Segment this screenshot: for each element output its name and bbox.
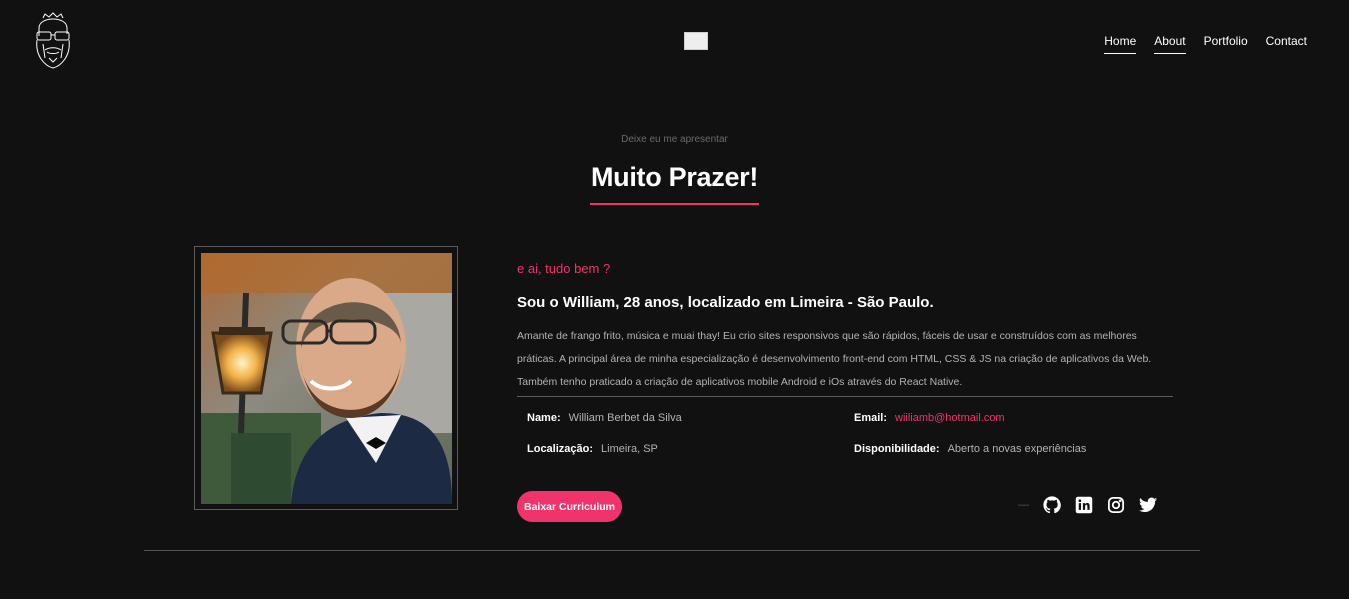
nav-contact[interactable]: Contact xyxy=(1266,34,1307,54)
download-cv-button[interactable]: Baixar Curriculum xyxy=(517,491,622,522)
social-dash: — xyxy=(1018,499,1029,511)
description-text: Amante de frango frito, música e muai th… xyxy=(517,330,1152,388)
nav-home[interactable]: Home xyxy=(1104,34,1137,54)
linkedin-icon[interactable] xyxy=(1075,496,1093,514)
personal-info: Name: William Berbet da Silva Email: wii… xyxy=(517,397,1173,467)
twitter-icon[interactable] xyxy=(1139,496,1157,514)
section-eyebrow: Deixe eu me apresentar xyxy=(621,134,728,145)
nav-portfolio[interactable]: Portfolio xyxy=(1204,34,1248,54)
theme-toggle-box[interactable] xyxy=(684,32,708,50)
profile-photo-frame xyxy=(194,246,458,510)
section-bottom-divider xyxy=(144,550,1200,551)
info-email-row: Email: wiiliamb@hotmail.com xyxy=(854,412,1005,424)
section-title: Muito Prazer! xyxy=(589,162,760,205)
info-availability-row: Disponibilidade: Aberto a novas experiên… xyxy=(854,443,1086,455)
info-email-link[interactable]: wiiliamb@hotmail.com xyxy=(895,412,1005,424)
info-location-value: Limeira, SP xyxy=(601,443,658,455)
nav-about[interactable]: About xyxy=(1154,34,1186,54)
info-email-label: Email: xyxy=(854,412,888,424)
info-name-label: Name: xyxy=(527,412,561,424)
headline-text: Sou o William, 28 anos, localizado em Li… xyxy=(517,294,934,311)
section-title-wrap: Muito Prazer! xyxy=(0,162,1349,205)
info-location-label: Localização: xyxy=(527,443,594,455)
info-name-value: William Berbet da Silva xyxy=(568,412,682,424)
about-content: e ai, tudo bem ? Sou o William, 28 anos,… xyxy=(517,258,1173,467)
bearded-face-logo-icon[interactable] xyxy=(31,8,75,70)
github-icon[interactable] xyxy=(1043,496,1061,514)
info-availability-value: Aberto a novas experiências xyxy=(947,443,1087,455)
instagram-icon[interactable] xyxy=(1107,496,1125,514)
profile-photo xyxy=(201,253,452,504)
info-availability-label: Disponibilidade: xyxy=(854,443,940,455)
social-links: — xyxy=(1018,496,1171,514)
info-location-row: Localização: Limeira, SP xyxy=(527,443,658,455)
info-name-row: Name: William Berbet da Silva xyxy=(527,412,682,424)
greeting-text: e ai, tudo bem ? xyxy=(517,261,611,276)
main-nav: Home About Portfolio Contact xyxy=(1086,34,1307,54)
